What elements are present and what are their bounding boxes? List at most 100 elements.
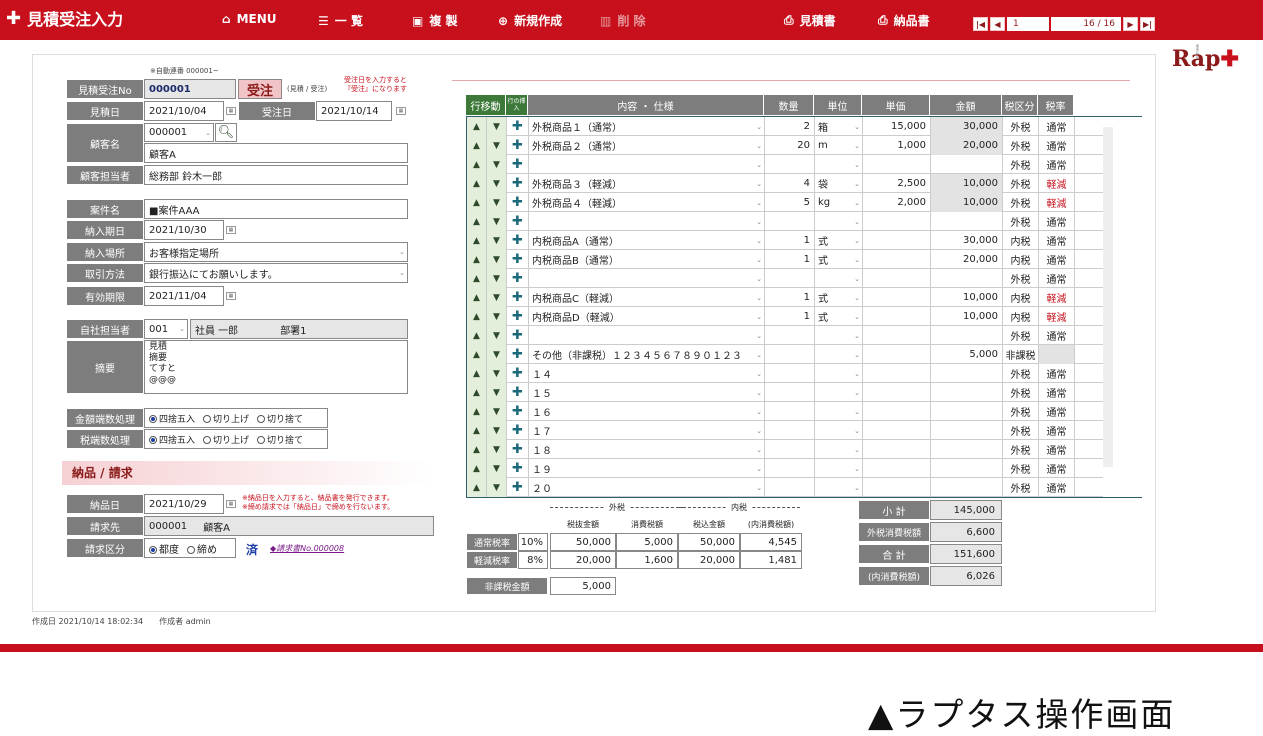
tax-rate-cell[interactable]: 通常 [1039, 326, 1075, 345]
move-down-icon[interactable]: ▼ [487, 288, 507, 307]
item-cell[interactable]: １５ ⌄ [529, 383, 765, 402]
move-down-icon[interactable]: ▼ [487, 212, 507, 231]
price-cell[interactable] [863, 231, 931, 250]
qty-cell[interactable] [765, 345, 815, 364]
tax-type-cell[interactable]: 外税 [1003, 117, 1039, 136]
price-cell[interactable] [863, 440, 931, 459]
tax-rate-cell[interactable] [1039, 345, 1075, 364]
tax-rate-cell[interactable]: 通常 [1039, 155, 1075, 174]
price-cell[interactable]: 1,000 [863, 136, 931, 155]
qty-cell[interactable] [765, 402, 815, 421]
insert-row-icon[interactable]: ✚ [507, 212, 529, 231]
page-input[interactable]: 1 [1007, 17, 1049, 31]
insert-row-icon[interactable]: ✚ [507, 421, 529, 440]
move-up-icon[interactable]: ▲ [467, 364, 487, 383]
memo-field[interactable]: 見積 摘要 てすと @@@ [144, 340, 408, 394]
unit-cell[interactable]: 式 ⌄ [815, 307, 863, 326]
scroll-thumb[interactable] [1103, 127, 1113, 467]
insert-row-icon[interactable]: ✚ [507, 155, 529, 174]
insert-row-icon[interactable]: ✚ [507, 117, 529, 136]
tax-up-radio[interactable]: 切り上げ [203, 433, 249, 446]
customer-code-field[interactable]: 000001 ⌄ [144, 123, 214, 142]
move-up-icon[interactable]: ▲ [467, 383, 487, 402]
move-up-icon[interactable]: ▲ [467, 155, 487, 174]
item-cell[interactable]: ２０ ⌄ [529, 478, 765, 497]
calendar-icon[interactable]: ▦ [396, 107, 406, 115]
tax-rate-cell[interactable]: 軽減 [1039, 307, 1075, 326]
tax-round-radio[interactable]: 四捨五入 [149, 433, 195, 446]
tax-rate-cell[interactable]: 通常 [1039, 421, 1075, 440]
delivery-date-field[interactable]: 2021/10/29 [144, 494, 224, 514]
tax-type-cell[interactable]: 外税 [1003, 174, 1039, 193]
insert-row-icon[interactable]: ✚ [507, 345, 529, 364]
order-no-field[interactable]: 000001 [144, 79, 236, 99]
item-cell[interactable]: 外税商品１（通常） ⌄ [529, 117, 765, 136]
insert-row-icon[interactable]: ✚ [507, 478, 529, 497]
last-page-icon[interactable]: ▶| [1140, 17, 1155, 31]
insert-row-icon[interactable]: ✚ [507, 136, 529, 155]
move-up-icon[interactable]: ▲ [467, 459, 487, 478]
item-cell[interactable]: 内税商品C（軽減） ⌄ [529, 288, 765, 307]
qty-cell[interactable]: 1 [765, 250, 815, 269]
tax-type-cell[interactable]: 外税 [1003, 212, 1039, 231]
unit-cell[interactable]: ⌄ [815, 383, 863, 402]
item-cell[interactable]: 外税商品４（軽減） ⌄ [529, 193, 765, 212]
unit-cell[interactable]: 式 ⌄ [815, 288, 863, 307]
qty-cell[interactable] [765, 155, 815, 174]
insert-row-icon[interactable]: ✚ [507, 440, 529, 459]
unit-cell[interactable]: ⌄ [815, 440, 863, 459]
unit-cell[interactable]: 袋 ⌄ [815, 174, 863, 193]
move-down-icon[interactable]: ▼ [487, 307, 507, 326]
tax-rate-cell[interactable]: 通常 [1039, 269, 1075, 288]
tax-rate-cell[interactable]: 軽減 [1039, 193, 1075, 212]
unit-cell[interactable]: 式 ⌄ [815, 250, 863, 269]
qty-cell[interactable] [765, 459, 815, 478]
unit-cell[interactable]: 箱 ⌄ [815, 117, 863, 136]
tax-type-cell[interactable]: 外税 [1003, 383, 1039, 402]
quote-print-button[interactable]: ⎙ 見積書 [784, 12, 836, 29]
tax-type-cell[interactable]: 内税 [1003, 250, 1039, 269]
move-down-icon[interactable]: ▼ [487, 421, 507, 440]
price-cell[interactable] [863, 269, 931, 288]
tax-rate-cell[interactable]: 通常 [1039, 250, 1075, 269]
price-cell[interactable] [863, 250, 931, 269]
item-cell[interactable]: 内税商品D（軽減） ⌄ [529, 307, 765, 326]
qty-cell[interactable] [765, 269, 815, 288]
item-cell[interactable]: １７ ⌄ [529, 421, 765, 440]
insert-row-icon[interactable]: ✚ [507, 193, 529, 212]
move-up-icon[interactable]: ▲ [467, 174, 487, 193]
qty-cell[interactable] [765, 326, 815, 345]
unit-cell[interactable]: ⌄ [815, 212, 863, 231]
move-down-icon[interactable]: ▼ [487, 174, 507, 193]
move-up-icon[interactable]: ▲ [467, 117, 487, 136]
item-cell[interactable]: １６ ⌄ [529, 402, 765, 421]
unit-cell[interactable]: ⌄ [815, 402, 863, 421]
move-down-icon[interactable]: ▼ [487, 383, 507, 402]
item-cell[interactable]: ⌄ [529, 212, 765, 231]
move-up-icon[interactable]: ▲ [467, 269, 487, 288]
unit-cell[interactable]: ⌄ [815, 345, 863, 364]
delivery-due-field[interactable]: 2021/10/30 [144, 220, 224, 240]
calendar-icon[interactable]: ▦ [226, 107, 236, 115]
move-up-icon[interactable]: ▲ [467, 193, 487, 212]
move-up-icon[interactable]: ▲ [467, 345, 487, 364]
insert-row-icon[interactable]: ✚ [507, 326, 529, 345]
item-cell[interactable]: ⌄ [529, 155, 765, 174]
qty-cell[interactable]: 1 [765, 288, 815, 307]
move-up-icon[interactable]: ▲ [467, 250, 487, 269]
item-cell[interactable]: 内税商品A（通常） ⌄ [529, 231, 765, 250]
order-date-field[interactable]: 2021/10/14 [316, 101, 392, 121]
qty-cell[interactable] [765, 478, 815, 497]
insert-row-icon[interactable]: ✚ [507, 383, 529, 402]
item-cell[interactable]: １４ ⌄ [529, 364, 765, 383]
unit-cell[interactable]: ⌄ [815, 269, 863, 288]
delete-button[interactable]: ▥ 削 除 [600, 12, 646, 29]
price-cell[interactable] [863, 421, 931, 440]
unit-cell[interactable]: ⌄ [815, 364, 863, 383]
qty-cell[interactable]: 20 [765, 136, 815, 155]
qty-cell[interactable]: 4 [765, 174, 815, 193]
price-cell[interactable] [863, 402, 931, 421]
menu-button[interactable]: ⌂ MENU [222, 12, 277, 26]
price-cell[interactable]: 15,000 [863, 117, 931, 136]
tax-rate-cell[interactable]: 軽減 [1039, 288, 1075, 307]
